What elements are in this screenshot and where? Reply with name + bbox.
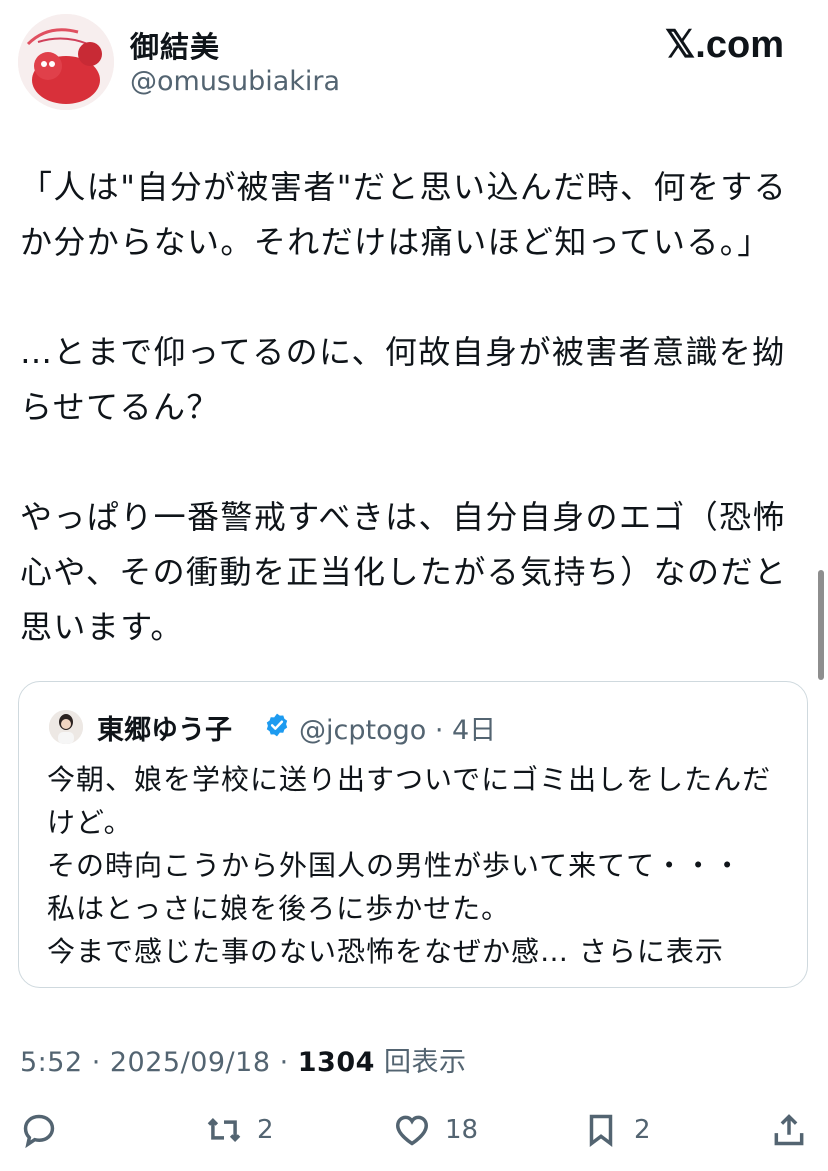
reply-button[interactable] bbox=[20, 1105, 58, 1155]
author-name[interactable]: 御結美 bbox=[130, 24, 220, 66]
x-logo: 𝕏.com bbox=[664, 24, 784, 66]
post-paragraph: …とまで仰ってるのに、何故自身が被害者意識を拗らせてるん？ bbox=[20, 333, 786, 426]
author-handle[interactable]: @omusubiakira bbox=[130, 66, 340, 97]
post-metadata: 5:52 · 2025/09/18 · 1304 回表示 bbox=[20, 1040, 467, 1079]
quoted-post-text: 今朝、娘を学校に送り出すついでにゴミ出しをしたんだけど。 その時向こうから外国人… bbox=[47, 758, 797, 973]
share-icon bbox=[774, 1114, 804, 1146]
post-text: 「人は"自分が被害者"だと思い込んだ時、何をするか分からない。それだけは痛いほど… bbox=[20, 160, 810, 710]
post-timestamp[interactable]: 5:52 · 2025/09/18 · bbox=[20, 1047, 298, 1078]
bookmark-button[interactable]: 2 bbox=[582, 1105, 651, 1155]
post-paragraph: やっぱり一番警戒すべきは、自分自身のエゴ（恐怖心や、その衝動を正当化したがる気持… bbox=[20, 498, 788, 646]
post-header: 御結美 @omusubiakira 𝕏.com bbox=[0, 0, 828, 130]
quoted-author-avatar bbox=[49, 710, 83, 744]
action-bar: 2 18 2 bbox=[0, 1105, 828, 1155]
view-count: 1304 bbox=[297, 1047, 375, 1078]
retweet-button[interactable]: 2 bbox=[205, 1105, 274, 1155]
quoted-post[interactable]: 東郷ゆう子 @jcptogo · 4日 今朝、娘を学校に送り出すついでにゴミ出し… bbox=[18, 681, 808, 988]
view-count-label: 回表示 bbox=[374, 1047, 467, 1078]
heart-icon bbox=[396, 1115, 428, 1146]
bookmark-icon bbox=[589, 1114, 613, 1147]
show-more-link[interactable]: さらに表示 bbox=[569, 935, 724, 968]
post-paragraph: 「人は"自分が被害者"だと思い込んだ時、何をするか分からない。それだけは痛いほど… bbox=[20, 168, 788, 261]
verified-badge-icon bbox=[266, 713, 288, 737]
author-avatar[interactable] bbox=[18, 14, 114, 110]
like-button[interactable]: 18 bbox=[393, 1105, 478, 1155]
quoted-author-handle: @jcptogo · 4日 bbox=[299, 715, 497, 746]
share-button[interactable] bbox=[770, 1105, 808, 1155]
reply-icon bbox=[23, 1114, 55, 1149]
quoted-author-name: 東郷ゆう子 bbox=[97, 715, 232, 746]
retweet-count: 2 bbox=[257, 1115, 274, 1145]
like-count: 18 bbox=[445, 1115, 479, 1145]
bookmark-count: 2 bbox=[634, 1115, 651, 1145]
retweet-icon bbox=[207, 1118, 241, 1142]
scrollbar[interactable] bbox=[818, 570, 824, 680]
